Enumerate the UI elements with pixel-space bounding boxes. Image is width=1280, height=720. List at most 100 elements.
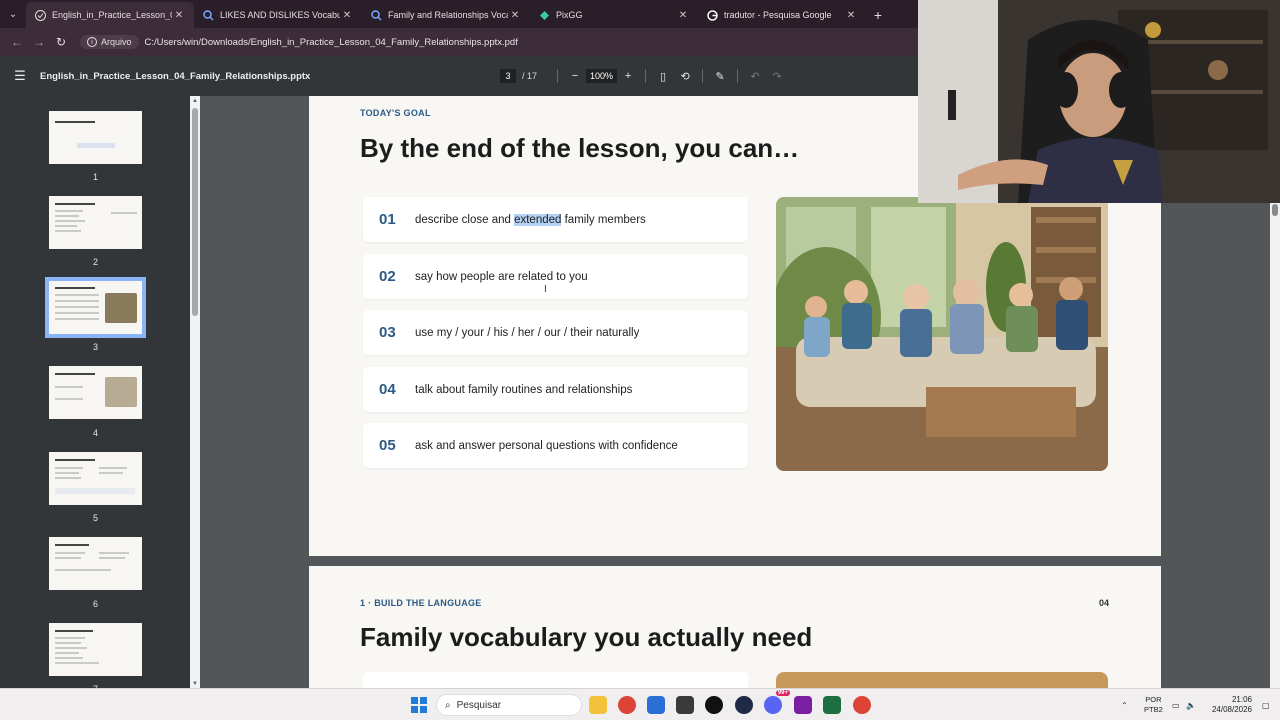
site-info-chip[interactable]: i Arquivo	[80, 35, 139, 49]
new-tab-button[interactable]: +	[866, 2, 890, 28]
discord-icon[interactable]: 99+	[764, 690, 790, 714]
chrome-icon[interactable]	[853, 696, 871, 714]
rotate-icon[interactable]: ⟲	[674, 70, 696, 83]
address-bar: ← → ↻ i Arquivo C:/Users/win/Downloads/E…	[0, 28, 918, 56]
undo-icon[interactable]: ↶	[744, 70, 766, 83]
vocab-photo	[776, 672, 1108, 688]
app-icon[interactable]	[794, 696, 812, 714]
tab-title: Family and Relationships Vocab	[388, 10, 508, 20]
page-thumbnail-selected[interactable]	[45, 277, 146, 338]
forward-arrow-icon[interactable]: →	[28, 31, 50, 53]
file-explorer-icon[interactable]	[589, 696, 607, 714]
page-thumbnail[interactable]	[49, 196, 142, 249]
thumbnail-number: 2	[92, 257, 98, 267]
thumbnail-number: 4	[92, 428, 98, 438]
page-total: / 17	[522, 71, 538, 81]
windows-start-icon[interactable]	[411, 697, 427, 713]
thumbnail-sidebar: 1 2 3 4 5 6	[0, 96, 190, 688]
tab-tradutor[interactable]: tradutor - Pesquisa Google ✕	[698, 2, 866, 28]
thumbnail-scrollbar[interactable]: ▲ ▼	[190, 96, 200, 688]
close-icon[interactable]: ✕	[676, 10, 690, 21]
scrollbar-handle[interactable]	[192, 108, 198, 316]
zoom-out-icon[interactable]: −	[564, 70, 586, 82]
fit-page-icon[interactable]: ▯	[652, 70, 674, 83]
app-icon[interactable]	[676, 696, 694, 714]
goal-item: 01 describe close and extended family me…	[363, 197, 748, 242]
divider	[557, 69, 559, 83]
close-icon[interactable]: ✕	[844, 10, 858, 21]
close-icon[interactable]: ✕	[172, 10, 186, 21]
close-icon[interactable]: ✕	[508, 10, 522, 21]
close-icon[interactable]: ✕	[340, 10, 354, 21]
thumbnail-number: 5	[92, 513, 98, 523]
reload-icon[interactable]: ↻	[50, 31, 72, 53]
page-thumbnail[interactable]	[49, 623, 142, 676]
redo-icon[interactable]: ↷	[766, 70, 788, 83]
slide-eyebrow: TODAY'S GOAL	[360, 108, 431, 118]
tab-pdf-lesson[interactable]: English_in_Practice_Lesson_04_F ✕	[26, 2, 194, 28]
pixgg-icon	[538, 9, 550, 21]
zoom-input[interactable]: 100%	[586, 69, 618, 83]
slide-title: By the end of the lesson, you can…	[360, 133, 800, 163]
info-icon: i	[87, 37, 97, 47]
goal-text: use my / your / his / her / our / their …	[415, 326, 640, 339]
tab-likes-dislikes[interactable]: LIKES AND DISLIKES Vocabulary ✕	[194, 2, 362, 28]
pdf-icon	[34, 9, 46, 21]
omnibox[interactable]: i Arquivo C:/Users/win/Downloads/English…	[80, 32, 518, 52]
goal-text: ask and answer personal questions with c…	[415, 439, 678, 452]
search-icon	[370, 9, 382, 21]
google-icon	[706, 9, 718, 21]
obs-icon[interactable]	[705, 696, 723, 714]
zoom-in-icon[interactable]: +	[617, 70, 639, 82]
annotate-icon[interactable]: ✎	[709, 70, 731, 83]
thumbnail-number: 3	[92, 342, 98, 352]
taskbar-search[interactable]: ⌕ Pesquisar	[436, 694, 582, 716]
network-icon[interactable]: ▭	[1172, 689, 1180, 720]
divider	[737, 69, 739, 83]
chrome-icon[interactable]	[618, 696, 636, 714]
menu-icon[interactable]: ☰	[0, 68, 40, 84]
scrollbar-handle[interactable]	[1272, 204, 1278, 216]
language-indicator[interactable]: POR PTB2	[1144, 695, 1163, 715]
volume-icon[interactable]: 🔈	[1186, 689, 1196, 720]
slide-title: Family vocabulary you actually need	[360, 622, 813, 652]
scroll-down-icon[interactable]: ▼	[190, 681, 200, 687]
scroll-up-icon[interactable]: ▲	[190, 98, 200, 104]
tab-search-button[interactable]: ⌄	[0, 0, 26, 28]
tab-family-vocab[interactable]: Family and Relationships Vocab ✕	[362, 2, 530, 28]
goal-item: 03 use my / your / his / her / our / the…	[363, 310, 748, 355]
page-number-input[interactable]: 3	[500, 69, 516, 83]
app-icon[interactable]	[735, 696, 753, 714]
tray-chevron-icon[interactable]: ⌃	[1121, 689, 1128, 720]
page-thumbnail[interactable]	[49, 111, 142, 164]
page-thumbnail[interactable]	[49, 366, 142, 419]
chip-label: Arquivo	[101, 37, 132, 47]
pdf-file-name: English_in_Practice_Lesson_04_Family_Rel…	[40, 70, 311, 82]
goal-text: describe close and extended family membe…	[415, 213, 646, 226]
goal-number: 03	[379, 324, 396, 341]
search-icon: ⌕	[445, 699, 451, 711]
goal-item: 02 say how people are related to you	[363, 254, 748, 299]
tab-title: LIKES AND DISLIKES Vocabulary	[220, 10, 340, 20]
tab-strip: ⌄ English_in_Practice_Lesson_04_F ✕ LIKE…	[0, 0, 918, 28]
back-arrow-icon[interactable]: ←	[6, 31, 28, 53]
app-icon[interactable]	[647, 696, 665, 714]
search-placeholder: Pesquisar	[456, 699, 502, 711]
goal-text: say how people are related to you	[415, 270, 588, 283]
tab-title: English_in_Practice_Lesson_04_F	[52, 10, 172, 20]
tab-pixgg[interactable]: PixGG ✕	[530, 2, 698, 28]
excel-icon[interactable]	[823, 696, 841, 714]
text-selection: extended	[514, 213, 562, 226]
page-thumbnail[interactable]	[49, 537, 142, 590]
webcam-overlay	[918, 0, 1280, 203]
page-thumbnail[interactable]	[49, 452, 142, 505]
notification-icon[interactable]: ▢	[1262, 689, 1270, 720]
goal-number: 04	[379, 381, 396, 398]
goal-number: 02	[379, 268, 396, 285]
slide-page-4: 1 · BUILD THE LANGUAGE 04 Family vocabul…	[309, 566, 1161, 688]
slide-eyebrow: 1 · BUILD THE LANGUAGE	[360, 598, 482, 608]
windows-taskbar: ⌕ Pesquisar 99+ ⌃ POR PTB2 ▭ 🔈 21:06 24/…	[0, 688, 1280, 720]
clock[interactable]: 21:06 24/08/2026	[1206, 695, 1252, 715]
url-text[interactable]: C:/Users/win/Downloads/English_in_Practi…	[145, 37, 518, 48]
goal-item: 04 talk about family routines and relati…	[363, 367, 748, 412]
